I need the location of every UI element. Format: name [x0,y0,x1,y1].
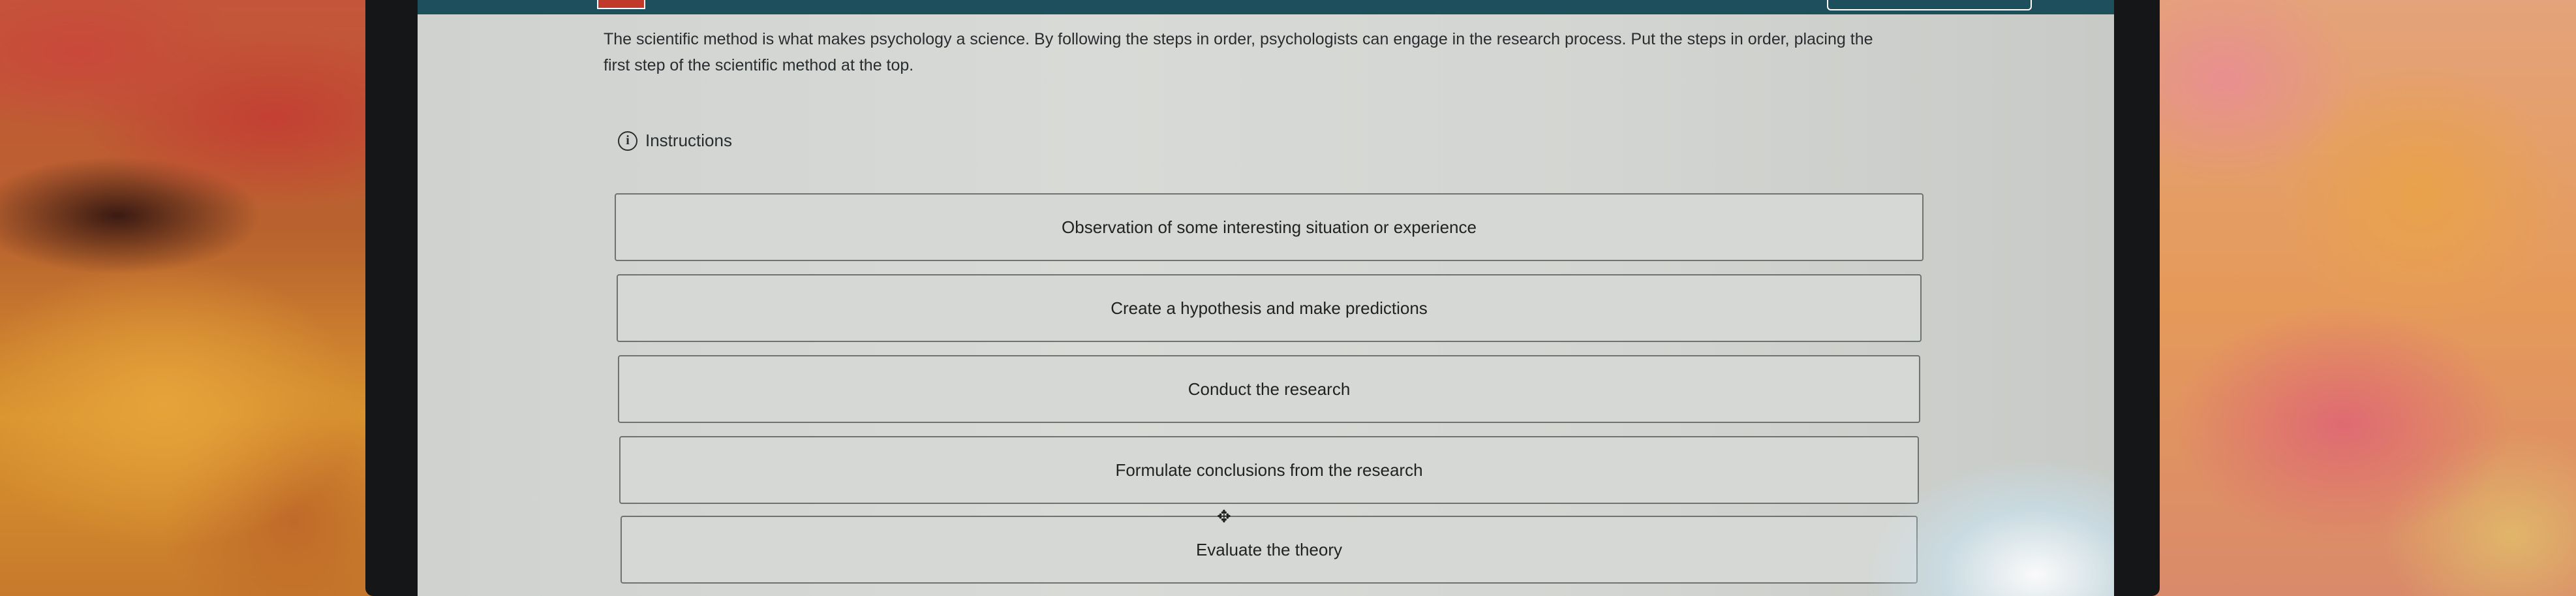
carpet-background-left [0,0,391,596]
move-cursor-icon: ✥ [1217,507,1231,526]
screen-glare [1840,444,2114,596]
question-prompt: The scientific method is what makes psyc… [604,30,1873,74]
ordering-item-label: Observation of some interesting situatio… [1062,217,1477,237]
ordering-item-5[interactable]: Evaluate the theory [621,516,1918,584]
ordering-item-4[interactable]: Formulate conclusions from the research [619,436,1919,504]
ordering-item-label: Conduct the research [1188,379,1351,399]
instructions-label: Instructions [645,131,732,150]
ordering-item-2[interactable]: Create a hypothesis and make predictions [617,274,1922,342]
instructions-link[interactable]: i Instructions [618,131,732,151]
header-button[interactable] [1827,0,2032,10]
header-badge[interactable] [597,0,645,9]
info-icon: i [618,131,637,151]
ordering-item-3[interactable]: Conduct the research [618,355,1920,423]
screen: The scientific method is what makes psyc… [418,0,2114,596]
carpet-background-right [2147,0,2576,596]
top-bar [418,0,2114,14]
ordering-item-label: Formulate conclusions from the research [1115,460,1423,480]
ordering-item-label: Create a hypothesis and make predictions [1111,298,1428,318]
ordering-item-label: Evaluate the theory [1195,539,1343,559]
question-content: The scientific method is what makes psyc… [604,26,1895,151]
ordering-item-1[interactable]: Observation of some interesting situatio… [615,193,1924,261]
